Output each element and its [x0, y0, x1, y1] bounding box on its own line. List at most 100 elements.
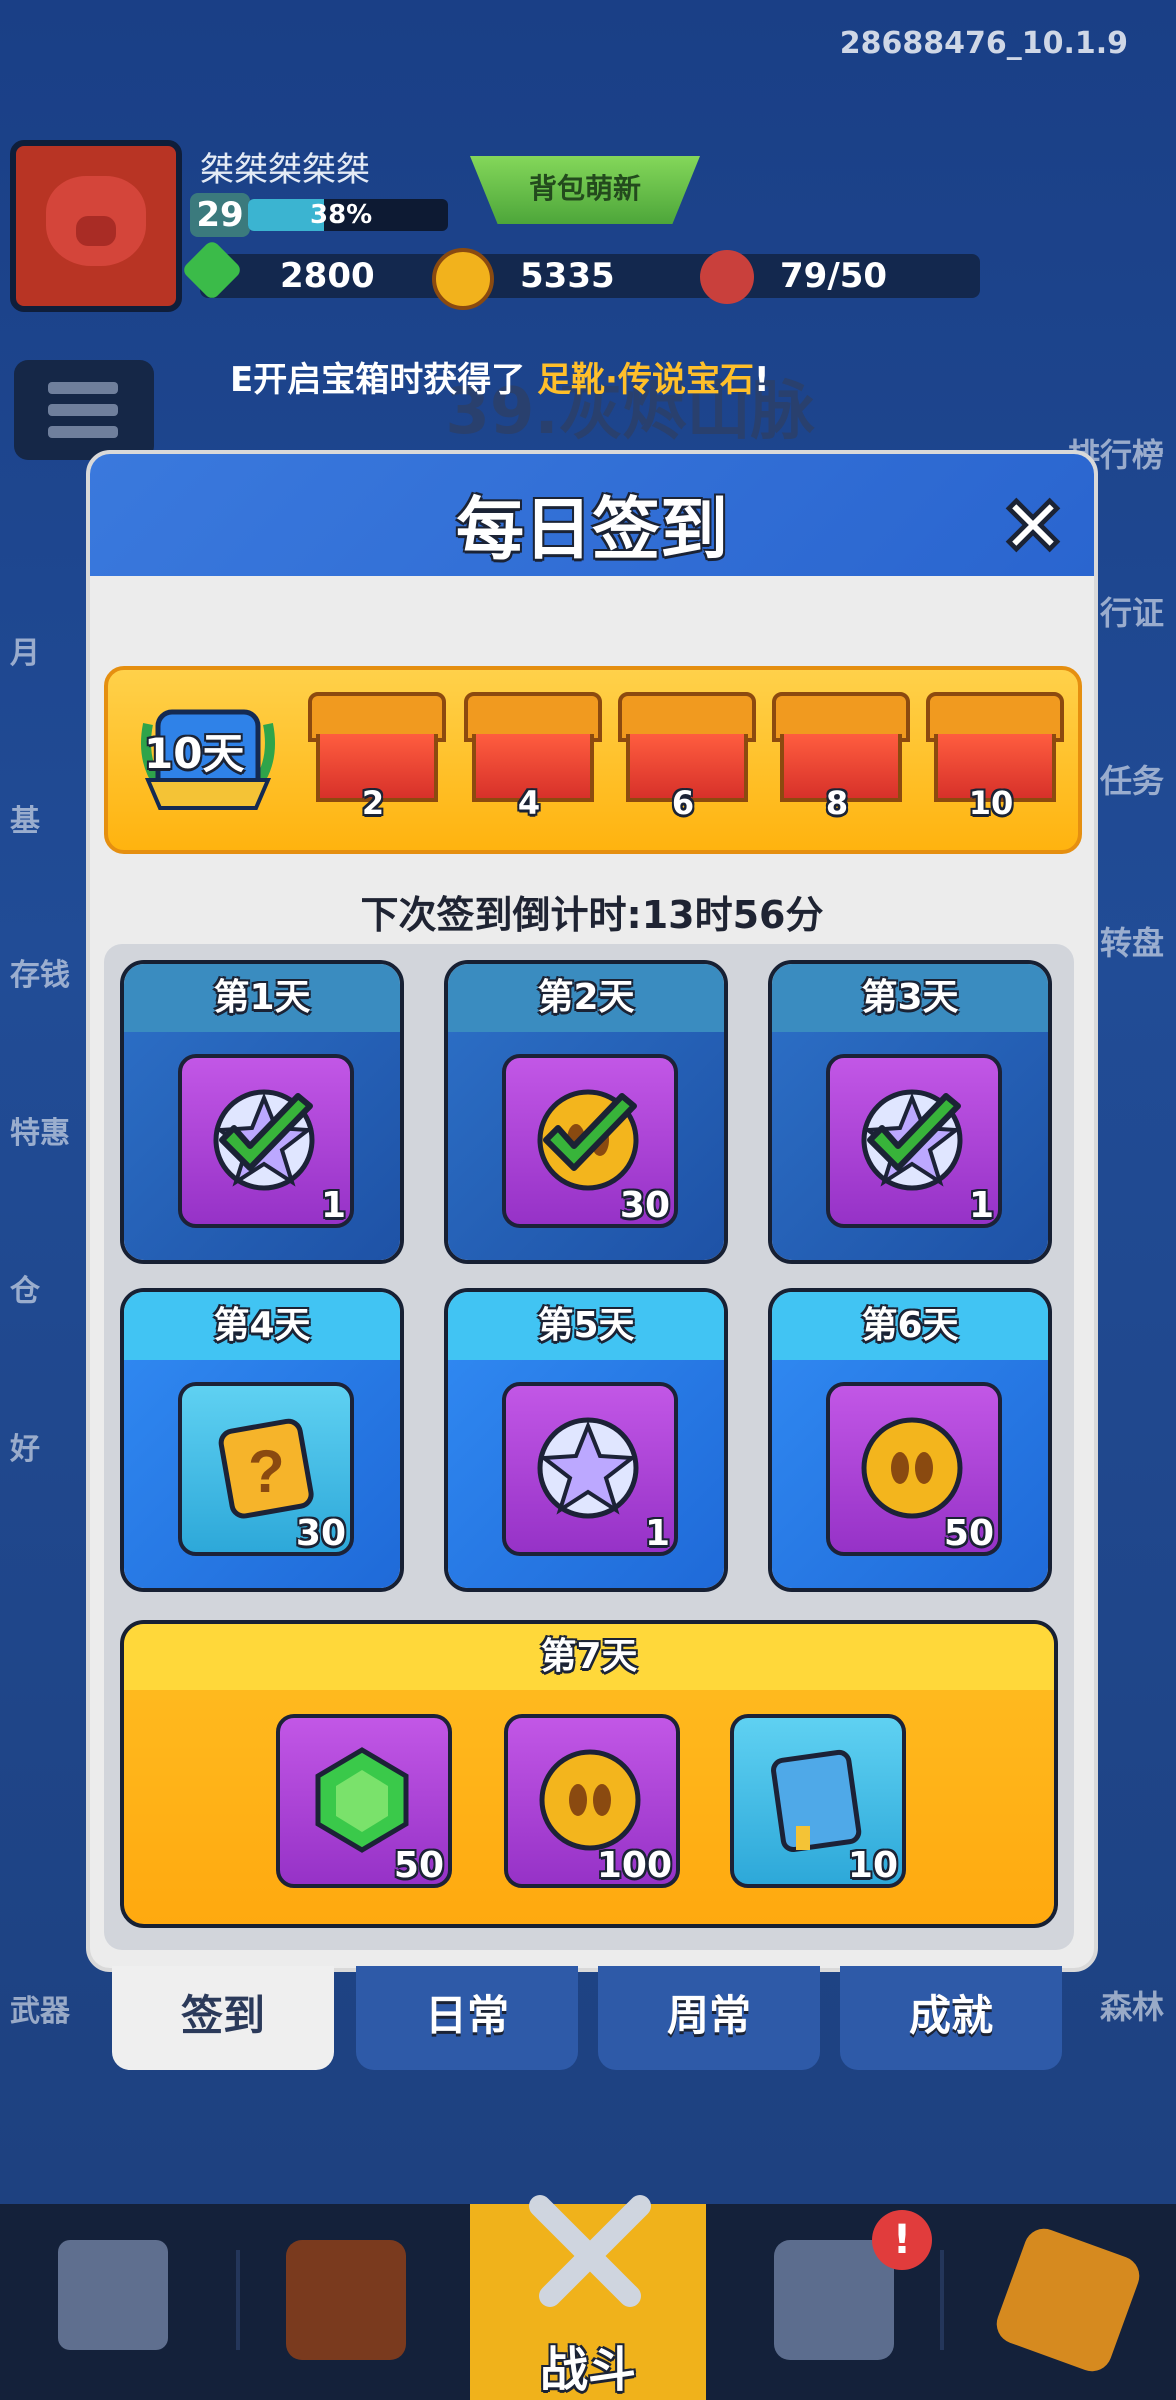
reward-quantity: 1: [644, 1513, 670, 1554]
milestone-day: 4: [517, 784, 541, 822]
banner-suffix: !: [753, 360, 770, 400]
check-icon: [219, 1093, 313, 1171]
menu-line: [48, 382, 118, 394]
day-label: 第2天: [448, 964, 724, 1032]
svg-text:?: ?: [248, 1438, 285, 1505]
reward-slot: 10: [730, 1714, 906, 1888]
day-body: 1: [124, 1032, 400, 1260]
reward-quantity: 100: [596, 1845, 672, 1886]
milestone-chest[interactable]: 8: [772, 692, 910, 822]
crossed-swords-icon: [529, 2195, 651, 2307]
menu-line: [48, 404, 118, 416]
close-icon[interactable]: [996, 488, 1070, 562]
gems-value: 2800: [280, 256, 375, 296]
battle-label: 战斗: [539, 2342, 636, 2398]
day-card-4[interactable]: 第4天 ? 30: [120, 1288, 404, 1592]
check-icon: [867, 1093, 961, 1171]
reward-quantity: 10: [847, 1845, 898, 1886]
shop-icon[interactable]: [58, 2240, 168, 2350]
reward-slot: 1: [502, 1382, 678, 1556]
announcement-banner: E开启宝箱时获得了 足靴·传说宝石!: [230, 352, 970, 412]
day-card-3[interactable]: 第3天 1: [768, 960, 1052, 1264]
avatar[interactable]: [10, 140, 182, 312]
tab-weekly[interactable]: 周常: [598, 1966, 820, 2070]
reward-quantity: 1: [968, 1185, 994, 1226]
banner-highlight: 足靴·传说宝石: [537, 360, 754, 400]
milestone-chest[interactable]: 4: [464, 692, 602, 822]
blue-book-icon: [771, 1749, 862, 1853]
alert-icon: !: [872, 2210, 932, 2270]
menu-line: [48, 426, 118, 438]
milestone-day: 2: [361, 784, 385, 822]
day-label: 第7天: [124, 1624, 1054, 1690]
pig-face-icon: [46, 176, 146, 266]
day-label: 第3天: [772, 964, 1048, 1032]
day-body: 50: [772, 1360, 1048, 1588]
streak-badge-label: 10天: [144, 729, 245, 778]
milestone-day: 6: [671, 784, 695, 822]
day-label: 第4天: [124, 1292, 400, 1360]
reward-quantity: 30: [295, 1513, 346, 1554]
green-gem-icon: [315, 1747, 409, 1853]
day-label: 第5天: [448, 1292, 724, 1360]
player-name: 桀桀桀桀桀: [200, 150, 370, 190]
mystery-box-icon: ?: [218, 1418, 314, 1519]
reward-slot: 1: [178, 1054, 354, 1228]
stamina-value: 79/50: [780, 256, 888, 296]
reward-slot: 1: [826, 1054, 1002, 1228]
check-icon: [543, 1093, 637, 1171]
day-card-5[interactable]: 第5天 1: [444, 1288, 728, 1592]
left-menu-item[interactable]: 武器: [10, 1986, 110, 2030]
player-level: 29: [190, 193, 250, 237]
reward-quantity: 50: [943, 1513, 994, 1554]
building-icon[interactable]: [774, 2240, 894, 2360]
reward-slot: ? 30: [178, 1382, 354, 1556]
streak-reward-track: 10天 2 4 6 8 10: [104, 666, 1082, 854]
signin-countdown: 下次签到倒计时:13时56分: [360, 893, 824, 937]
daily-signin-modal: 每日签到 10天 2 4 6 8 10 下次签到倒计时:13时56分 第1天 1…: [86, 450, 1098, 1972]
day-body: ? 30: [124, 1360, 400, 1588]
star-gem-icon: [537, 1417, 639, 1519]
reward-quantity: 50: [393, 1845, 444, 1886]
reward-quantity: 30: [619, 1185, 670, 1226]
milestone-day: 8: [825, 784, 849, 822]
day-card-2[interactable]: 第2天 30: [444, 960, 728, 1264]
day-card-6[interactable]: 第6天 50: [768, 1288, 1052, 1592]
nav-divider: [940, 2250, 944, 2350]
menu-button[interactable]: [14, 360, 154, 460]
milestone-chest[interactable]: 10: [926, 692, 1064, 822]
reward-slot: 100: [504, 1714, 680, 1888]
coin-icon: [539, 1749, 641, 1851]
reward-quantity: 1: [320, 1185, 346, 1226]
modal-title: 每日签到: [455, 491, 728, 570]
nav-divider: [236, 2250, 240, 2350]
banner-text: E开启宝箱时获得了: [230, 360, 538, 400]
day-body: 30: [448, 1032, 724, 1260]
right-menu-item[interactable]: 森林: [1054, 1982, 1164, 2028]
pig-snout: [76, 216, 116, 246]
reward-slot: 50: [276, 1714, 452, 1888]
day-body: 1: [772, 1032, 1048, 1260]
day-body: 1: [448, 1360, 724, 1588]
day-card-7[interactable]: 第7天 50 100 10: [120, 1620, 1058, 1928]
reward-slot: 30: [502, 1054, 678, 1228]
tab-daily[interactable]: 日常: [356, 1966, 578, 2070]
meat-icon: [700, 250, 754, 304]
milestone-day: 10: [968, 784, 1014, 822]
tab-achievements[interactable]: 成就: [840, 1966, 1062, 2070]
milestone-chest[interactable]: 6: [618, 692, 756, 822]
coins-value: 5335: [520, 256, 615, 296]
xp-percent: 38%: [310, 200, 373, 230]
day-label: 第1天: [124, 964, 400, 1032]
version-label: 28688476_10.1.9: [839, 26, 1128, 61]
news-tab[interactable]: 背包萌新: [470, 156, 700, 224]
day-card-1[interactable]: 第1天 1: [120, 960, 404, 1264]
tab-signin[interactable]: 签到: [112, 1966, 334, 2070]
milestone-chest[interactable]: 2: [308, 692, 446, 822]
coin-icon: [861, 1417, 963, 1519]
backpack-icon[interactable]: [286, 2240, 406, 2360]
gems-counter[interactable]: 2800: [200, 254, 470, 298]
reward-slot: 50: [826, 1382, 1002, 1556]
day-label: 第6天: [772, 1292, 1048, 1360]
coin-icon: [432, 248, 494, 310]
